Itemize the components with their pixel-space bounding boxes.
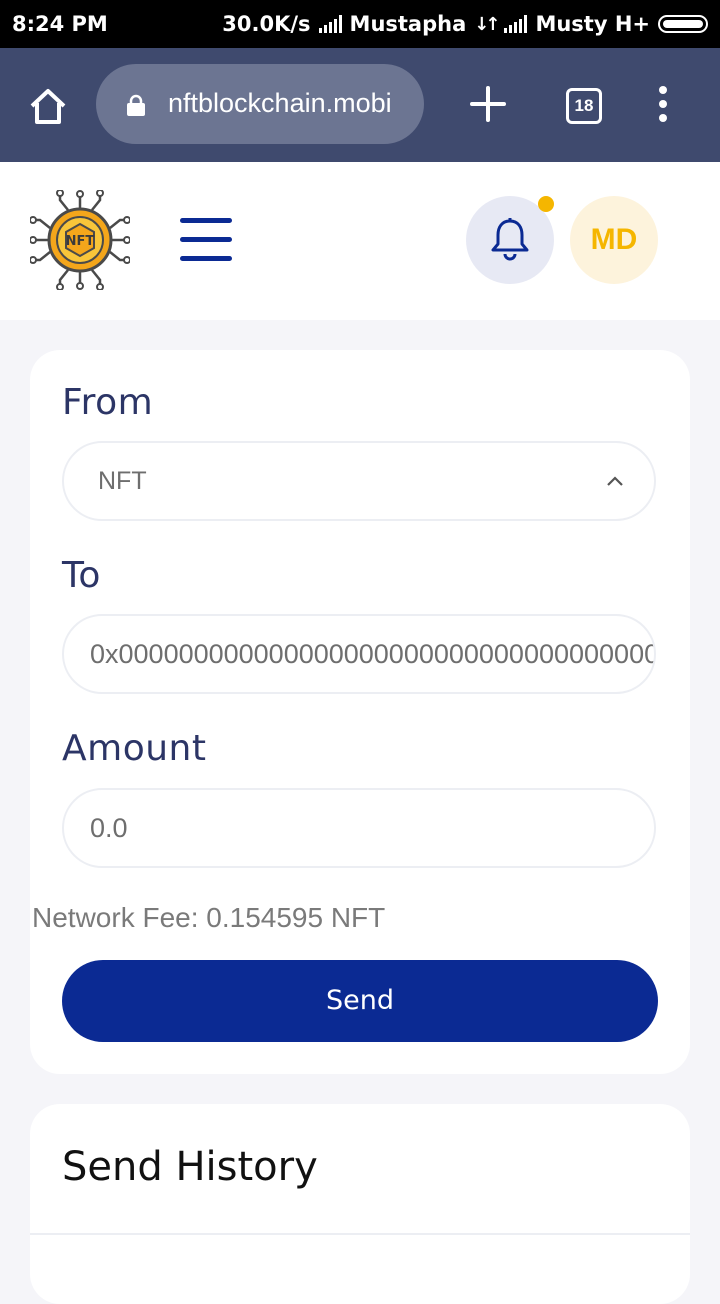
notification-dot [538, 196, 554, 212]
signal-icon [318, 15, 342, 33]
app-header: NFT MD [0, 162, 720, 320]
home-icon[interactable] [26, 84, 70, 128]
bell-icon [491, 218, 529, 261]
url-text: nftblockchain.mobi [168, 88, 392, 118]
plus-icon[interactable] [470, 86, 506, 122]
from-select[interactable]: NFT [62, 441, 656, 521]
amount-placeholder: 0.0 [90, 813, 128, 843]
browser-toolbar: nftblockchain.mobi 18 [0, 48, 720, 162]
network-fee: Network Fee: 0.154595 NFT [32, 902, 386, 933]
amount-input[interactable]: 0.0 [62, 788, 656, 868]
url-bar[interactable]: nftblockchain.mobi [96, 64, 424, 144]
divider [30, 1233, 690, 1235]
send-card: From NFT To 0x00000000000000000000000000… [30, 350, 690, 1074]
send-button[interactable]: Send [62, 960, 658, 1042]
status-time: 8:24 PM [12, 12, 108, 36]
logo-text: NFT [66, 234, 95, 249]
carrier-name: Mustapha [349, 12, 467, 36]
amount-label: Amount [62, 728, 207, 769]
to-address-input[interactable]: 0x000000000000000000000000000000000000 [62, 614, 656, 694]
send-history-card: Send History [30, 1104, 690, 1304]
hamburger-menu-icon[interactable] [180, 218, 234, 262]
data-arrows-icon: ↓↑ [474, 13, 500, 35]
status-bar: 8:24 PM 30.0K/s Mustapha ↓↑ Musty H+ [0, 0, 720, 48]
chevron-up-icon [607, 476, 623, 486]
send-history-title: Send History [62, 1144, 318, 1190]
network-speed: 30.0K/s [222, 12, 311, 36]
to-address-value: 0x000000000000000000000000000000000000 [90, 639, 656, 669]
carrier-name-2: Musty H+ [535, 12, 650, 36]
tabs-icon[interactable]: 18 [566, 88, 602, 124]
nft-logo[interactable]: NFT [29, 189, 131, 291]
lock-icon [126, 94, 146, 116]
avatar[interactable]: MD [570, 196, 658, 284]
from-value: NFT [98, 467, 147, 495]
signal-icon-2 [504, 15, 528, 33]
to-label: To [62, 555, 101, 596]
menu-icon[interactable] [656, 86, 670, 126]
from-label: From [62, 382, 154, 423]
battery-icon [658, 15, 708, 33]
